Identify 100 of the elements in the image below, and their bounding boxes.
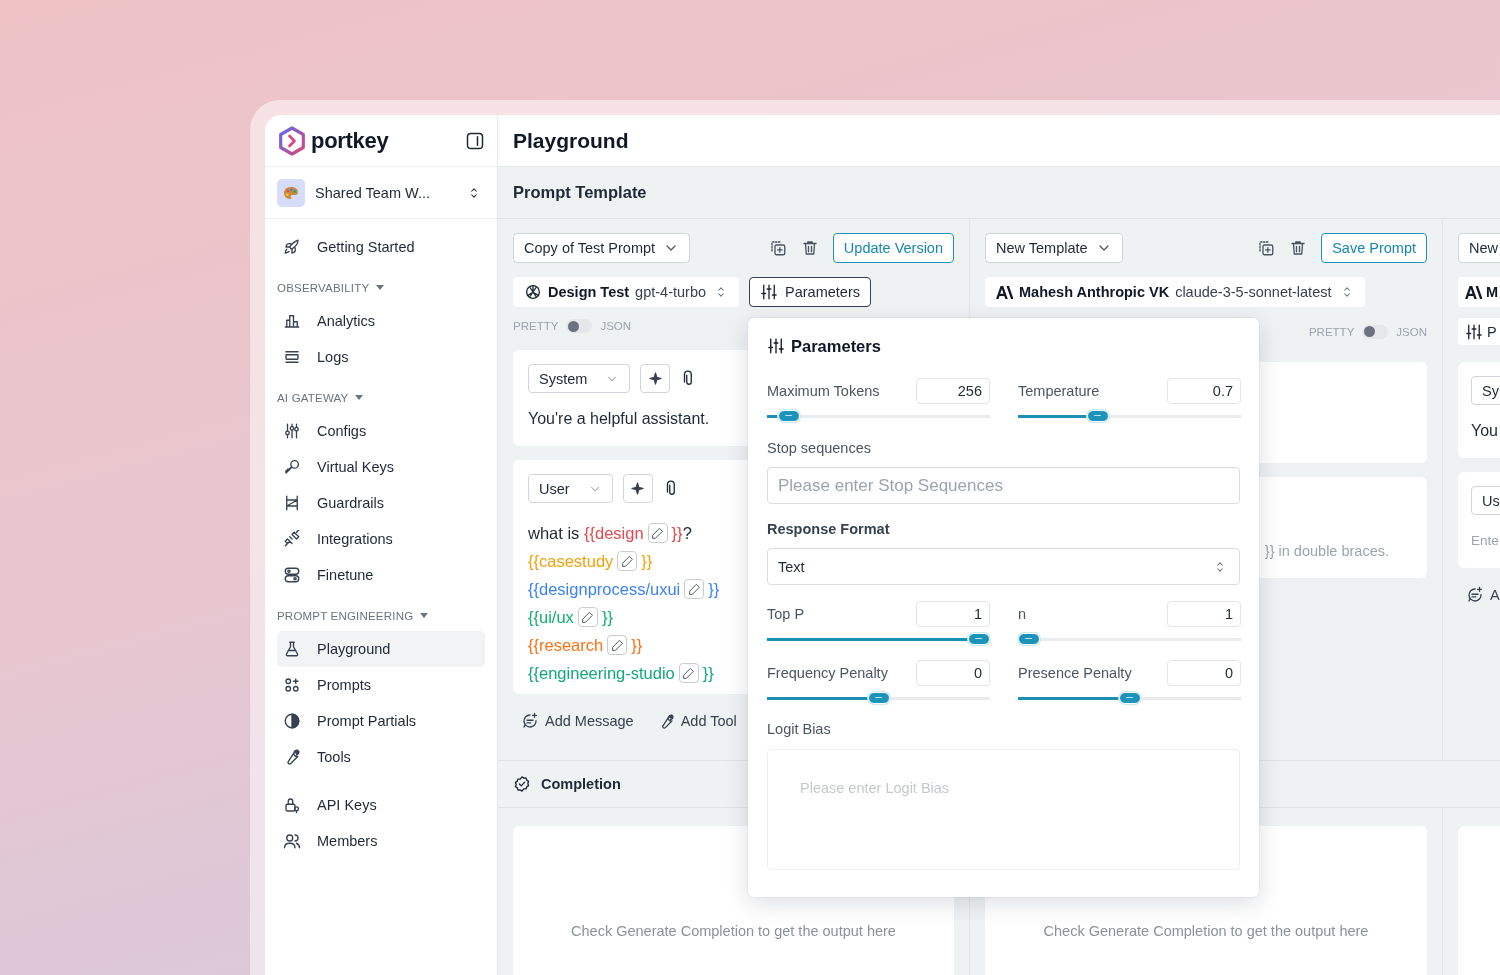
model-selector[interactable]: M — [1458, 277, 1500, 307]
caret-down-icon[interactable] — [420, 613, 429, 619]
sparkle-icon — [630, 481, 646, 496]
duplicate-icon[interactable] — [768, 239, 787, 257]
variable-brace: }} — [708, 579, 720, 599]
page-title: Playground — [513, 128, 629, 153]
sidebar-item[interactable]: Playground — [277, 631, 485, 667]
sidebar-item[interactable]: Prompt Partials — [277, 703, 485, 739]
sidebar-item[interactable]: Analytics — [277, 303, 485, 339]
sparkle-icon — [647, 371, 663, 386]
sparkle-button[interactable] — [640, 364, 671, 393]
parameters-button[interactable]: P — [1458, 318, 1500, 345]
caret-down-icon[interactable] — [355, 395, 364, 401]
edit-button[interactable] — [684, 579, 705, 599]
variable-brace: }} — [601, 607, 613, 627]
trash-icon[interactable] — [1289, 239, 1308, 257]
caret-down-icon[interactable] — [376, 285, 385, 291]
section-heading: PROMPT ENGINEERING — [277, 610, 414, 622]
completion-placeholder: Check Generate Completion to get the output here — [571, 923, 896, 941]
panel-title: Parameters — [791, 336, 881, 356]
add-tool-button[interactable]: Add Tool — [657, 712, 737, 730]
sliders-icon — [760, 283, 779, 301]
trash-icon[interactable] — [800, 239, 819, 257]
sliders-icon — [767, 337, 785, 355]
field-label: Logit Bias — [767, 720, 832, 738]
sidebar-toggle-icon[interactable] — [465, 130, 485, 151]
section-heading: AI GATEWAY — [277, 392, 349, 404]
model-selector[interactable]: Mahesh Anthropic VK claude-3-5-sonnet-latest — [985, 277, 1365, 307]
workspace-selector[interactable]: Shared Team W... — [265, 167, 497, 219]
variable-brace: }} — [671, 523, 683, 543]
logo-icon — [277, 125, 307, 156]
toggle-icon — [283, 566, 301, 584]
parameters-button[interactable]: Parameters — [749, 277, 871, 307]
chat-plus-icon — [521, 712, 539, 730]
sidebar-item[interactable]: Getting Started — [277, 229, 485, 265]
number-field[interactable]: 0.7 — [1167, 378, 1241, 404]
template-dropdown[interactable]: Copy of Test Prompt — [513, 233, 691, 263]
number-field[interactable]: 256 — [916, 378, 990, 404]
format-switch[interactable] — [566, 319, 593, 333]
sidebar-item[interactable]: Members — [277, 823, 485, 859]
sidebar-item[interactable]: Virtual Keys — [277, 449, 485, 485]
duplicate-icon[interactable] — [1257, 239, 1276, 257]
role-dropdown[interactable]: Sy — [1471, 376, 1500, 405]
pencil-icon — [610, 638, 624, 652]
template-variable[interactable]: {{designprocess/uxui — [528, 579, 681, 599]
check-badge-icon — [513, 775, 531, 793]
role-dropdown[interactable]: Us — [1471, 486, 1500, 515]
edit-button[interactable] — [577, 607, 598, 627]
sidebar-item[interactable]: Configs — [277, 413, 485, 449]
parameter-label: Temperature — [1018, 383, 1100, 399]
sidebar-item[interactable]: Finetune — [277, 557, 485, 593]
template-variable[interactable]: {{design — [583, 523, 644, 543]
sidebar-item[interactable]: Tools — [277, 739, 485, 775]
completion-placeholder: Check Generate Completion to get the output here — [1043, 923, 1369, 941]
template-dropdown[interactable]: New — [1458, 233, 1500, 263]
pencil-icon — [620, 554, 634, 568]
save-prompt-button[interactable]: Save Prompt — [1321, 233, 1427, 263]
role-dropdown[interactable]: System — [528, 364, 631, 393]
shapes-icon — [283, 676, 301, 694]
section-heading: OBSERVABILITY — [277, 282, 370, 294]
sidebar-item[interactable]: Logs — [277, 339, 485, 375]
parameter-label: n — [1018, 606, 1027, 622]
sidebar-item[interactable]: Integrations — [277, 521, 485, 557]
letter-slash-icon — [996, 285, 1013, 299]
sidebar-item[interactable]: Prompts — [277, 667, 485, 703]
response-format-select[interactable]: Text — [767, 548, 1240, 585]
edit-button[interactable] — [647, 523, 668, 543]
add-message-button[interactable]: A — [1466, 586, 1500, 604]
pencil-icon — [581, 610, 595, 624]
message-text[interactable]: You're a helpful assistant. — [528, 409, 710, 429]
edit-button[interactable] — [678, 663, 699, 683]
number-field[interactable]: 0 — [1167, 660, 1241, 686]
list-icon — [283, 348, 301, 366]
number-field[interactable]: 0 — [916, 660, 990, 686]
edit-button[interactable] — [617, 551, 638, 571]
barrier-icon — [283, 494, 301, 512]
number-field[interactable]: 1 — [916, 601, 990, 627]
pencil-icon — [651, 526, 665, 540]
flask-icon — [283, 640, 301, 658]
model-selector[interactable]: Design Test gpt-4-turbo — [513, 277, 740, 307]
edit-button[interactable] — [607, 635, 628, 655]
sparkle-button[interactable] — [622, 474, 653, 503]
sidebar-item[interactable]: Guardrails — [277, 485, 485, 521]
letter-slash-icon — [1465, 285, 1482, 299]
number-field[interactable]: 1 — [1167, 601, 1241, 627]
brand-name: portkey — [311, 127, 389, 154]
role-dropdown[interactable]: User — [528, 474, 613, 503]
message-text[interactable]: You — [1471, 421, 1498, 441]
field-label: Response Format — [767, 520, 891, 538]
sliders-icon — [1465, 322, 1483, 341]
variable-brace: }} — [631, 635, 643, 655]
sidebar-item[interactable]: API Keys — [277, 787, 485, 823]
format-switch[interactable] — [1362, 324, 1389, 339]
knot-icon — [524, 283, 542, 301]
update-version-button[interactable]: Update Version — [832, 233, 954, 263]
toggle-label: JSON — [1396, 325, 1427, 338]
template-dropdown[interactable]: New Template — [985, 233, 1123, 263]
add-message-button[interactable]: Add Message — [521, 712, 634, 730]
message-text: ? — [682, 523, 692, 543]
parameter-label: Top P — [767, 606, 805, 622]
